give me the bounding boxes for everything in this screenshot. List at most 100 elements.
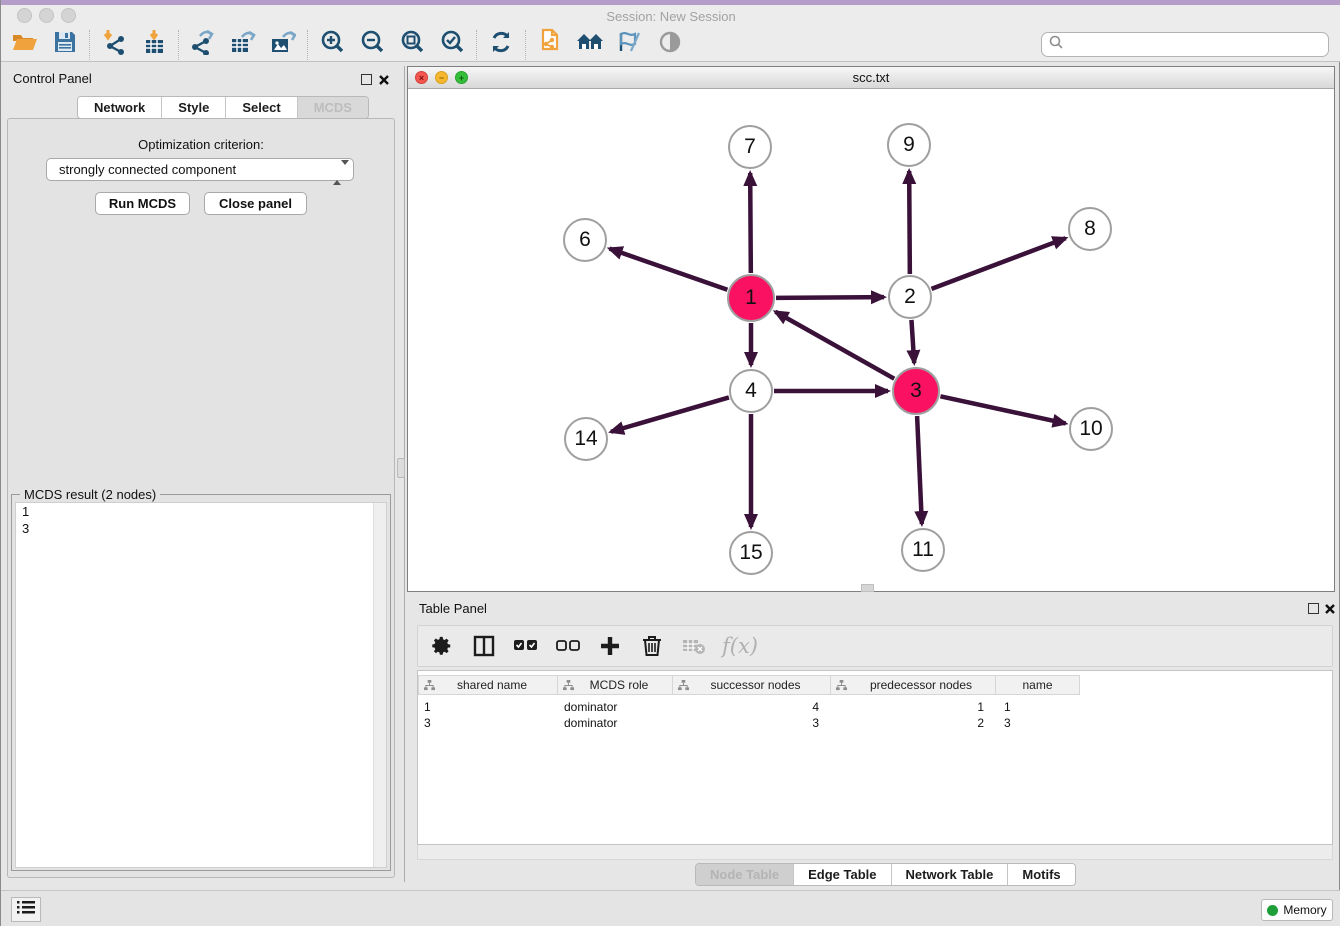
- network-from-selection-button[interactable]: [530, 29, 570, 61]
- zoom-out-button[interactable]: [352, 29, 392, 61]
- apply-layout-button[interactable]: [481, 29, 521, 61]
- deselect-all-icon[interactable]: [554, 631, 582, 661]
- select-all-icon[interactable]: [512, 631, 540, 661]
- minimize-traffic-light-icon[interactable]: [39, 8, 54, 23]
- eye-icon: [658, 30, 682, 59]
- table-panel-float-icon[interactable]: [1308, 603, 1319, 614]
- zoom-selected-button[interactable]: [432, 29, 472, 61]
- import-table-button[interactable]: [134, 29, 174, 61]
- cell-shared-name: 3: [418, 715, 558, 731]
- optimization-criterion-select[interactable]: strongly connected component: [46, 158, 354, 181]
- graph-edge-1-2[interactable]: [776, 297, 884, 298]
- network-canvas[interactable]: 7 9 6 8 1 2 4 3 14 10 15 11: [408, 89, 1334, 591]
- result-line: 3: [16, 520, 386, 537]
- tab-network-table[interactable]: Network Table: [892, 864, 1009, 885]
- hierarchy-icon: [836, 680, 847, 691]
- column-header-shared-name[interactable]: shared name: [418, 675, 558, 695]
- graph-node-2[interactable]: 2: [888, 275, 932, 319]
- open-session-button[interactable]: [5, 29, 45, 61]
- network-minimize-icon[interactable]: −: [435, 71, 448, 84]
- delete-table-icon[interactable]: [680, 631, 708, 661]
- control-panel-close-icon[interactable]: [378, 73, 390, 91]
- column-header-predecessor-nodes[interactable]: predecessor nodes: [831, 675, 996, 695]
- tab-style[interactable]: Style: [162, 97, 226, 118]
- graph-edge-3-10[interactable]: [940, 396, 1065, 423]
- graph-edge-2-9[interactable]: [909, 171, 910, 274]
- graph-node-4[interactable]: 4: [729, 369, 773, 413]
- import-network-button[interactable]: [94, 29, 134, 61]
- memory-button[interactable]: Memory: [1261, 899, 1333, 921]
- show-panels-button[interactable]: [11, 897, 41, 922]
- horizontal-split-handle[interactable]: [861, 584, 874, 592]
- tab-select[interactable]: Select: [226, 97, 297, 118]
- column-header-successor-nodes[interactable]: successor nodes: [673, 675, 831, 695]
- export-image-button[interactable]: [263, 29, 303, 61]
- tab-network[interactable]: Network: [78, 97, 162, 118]
- zoom-fit-button[interactable]: [392, 29, 432, 61]
- network-window[interactable]: × − + scc.txt 7 9 6 8 1 2 4 3 14 10 15 11: [407, 66, 1335, 592]
- graph-edge-3-1[interactable]: [775, 312, 894, 379]
- close-traffic-light-icon[interactable]: [17, 8, 32, 23]
- graph-node-1[interactable]: 1: [727, 274, 775, 322]
- graph-edge-4-14[interactable]: [611, 397, 729, 431]
- graph-edge-3-11[interactable]: [917, 416, 922, 524]
- export-network-button[interactable]: [183, 29, 223, 61]
- app-titlebar[interactable]: Session: New Session: [1, 5, 1340, 28]
- trash-icon[interactable]: [638, 631, 666, 661]
- network-close-icon[interactable]: ×: [415, 71, 428, 84]
- search-field[interactable]: [1041, 32, 1329, 57]
- run-mcds-button[interactable]: Run MCDS: [95, 192, 190, 215]
- gear-icon[interactable]: [428, 631, 456, 661]
- hierarchy-icon: [424, 680, 435, 691]
- graph-node-9[interactable]: 9: [887, 123, 931, 167]
- bird-eye-view-button[interactable]: [650, 29, 690, 61]
- graph-edge-2-3[interactable]: [911, 320, 914, 363]
- graph-edge-2-8[interactable]: [932, 238, 1066, 289]
- save-session-button[interactable]: [45, 29, 85, 61]
- graph-node-15[interactable]: 15: [729, 531, 773, 575]
- tab-edge-table[interactable]: Edge Table: [794, 864, 891, 885]
- combo-value: strongly connected component: [59, 162, 236, 177]
- tab-node-table[interactable]: Node Table: [696, 864, 794, 885]
- function-builder-icon[interactable]: f(x): [722, 634, 758, 658]
- hierarchy-icon: [678, 680, 689, 691]
- first-neighbors-button[interactable]: [570, 29, 610, 61]
- network-maximize-icon[interactable]: +: [455, 71, 468, 84]
- graph-edge-1-7[interactable]: [750, 173, 751, 273]
- graph-node-6[interactable]: 6: [563, 218, 607, 262]
- search-input[interactable]: [1064, 33, 1328, 56]
- export-table-button[interactable]: [223, 29, 263, 61]
- close-panel-button[interactable]: Close panel: [204, 192, 307, 215]
- toolbar-separator: [307, 30, 308, 60]
- graph-node-10[interactable]: 10: [1069, 407, 1113, 451]
- cell-name: 3: [996, 715, 1080, 731]
- node-table[interactable]: shared name MCDS role successor nodes pr…: [417, 670, 1333, 845]
- graph-node-14[interactable]: 14: [564, 417, 608, 461]
- table-row[interactable]: 3 dominator 3 2 3: [418, 715, 1090, 731]
- result-scrollbar[interactable]: [373, 503, 386, 867]
- control-panel-float-icon[interactable]: [361, 74, 372, 85]
- graph-node-3[interactable]: 3: [892, 367, 940, 415]
- network-window-titlebar[interactable]: × − + scc.txt: [408, 67, 1334, 89]
- table-horizontal-scrollbar[interactable]: [417, 845, 1333, 860]
- mcds-result-textarea[interactable]: 1 3: [15, 502, 387, 868]
- tab-mcds[interactable]: MCDS: [298, 97, 368, 118]
- vertical-split-handle[interactable]: [397, 458, 405, 478]
- zoom-in-icon: [319, 29, 345, 60]
- table-panel-close-icon[interactable]: [1324, 602, 1336, 620]
- columns-icon[interactable]: [470, 631, 498, 661]
- table-row[interactable]: 1 dominator 4 1 1: [418, 699, 1090, 715]
- column-header-name[interactable]: name: [996, 675, 1080, 695]
- show-graphics-details-button[interactable]: [610, 29, 650, 61]
- add-row-icon[interactable]: [596, 631, 624, 661]
- open-folder-icon: [12, 31, 38, 58]
- graph-node-11[interactable]: 11: [901, 528, 945, 572]
- graph-node-8[interactable]: 8: [1068, 207, 1112, 251]
- toolbar-separator: [178, 30, 179, 60]
- graph-node-7[interactable]: 7: [728, 125, 772, 169]
- graph-edge-1-6[interactable]: [610, 249, 728, 290]
- maximize-traffic-light-icon[interactable]: [61, 8, 76, 23]
- zoom-in-button[interactable]: [312, 29, 352, 61]
- column-header-mcds-role[interactable]: MCDS role: [558, 675, 673, 695]
- tab-motifs[interactable]: Motifs: [1008, 864, 1074, 885]
